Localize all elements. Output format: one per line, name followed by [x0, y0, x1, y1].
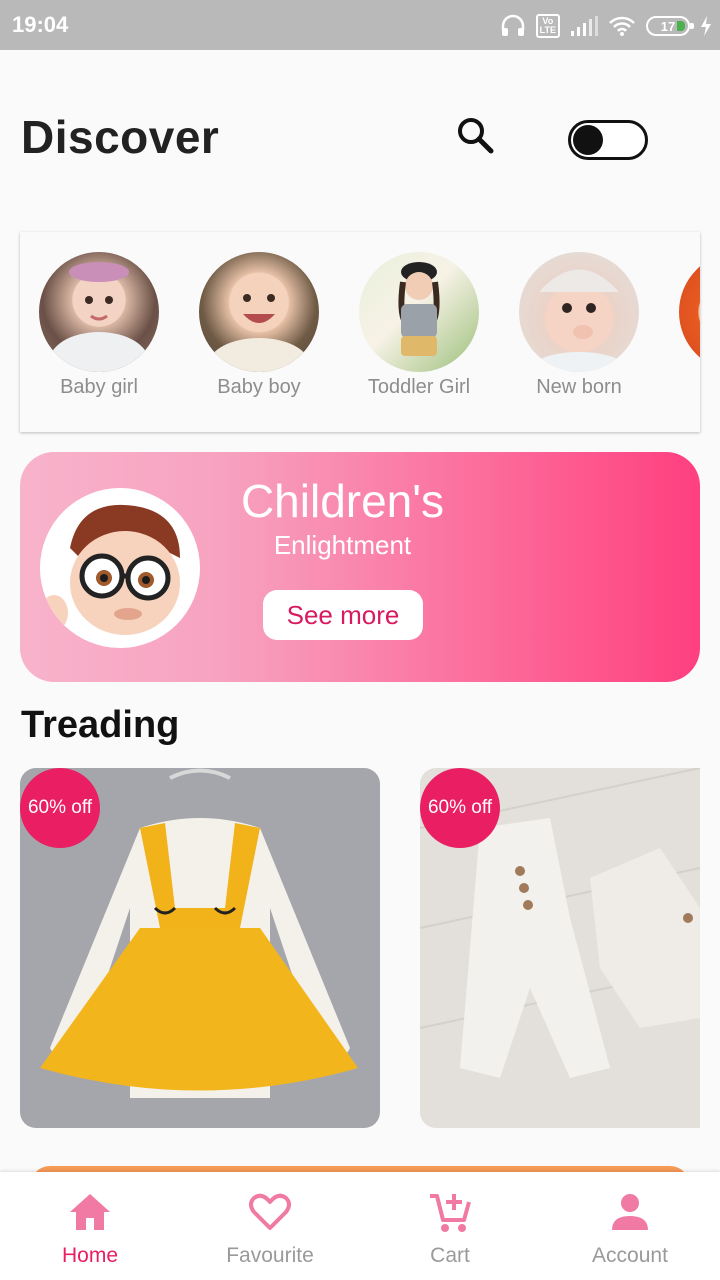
see-more-button[interactable]: See more	[263, 590, 423, 640]
discount-badge: 60% off	[20, 768, 100, 848]
nav-home[interactable]: Home	[0, 1172, 180, 1280]
bottom-navigation: Home Favourite Cart Account	[0, 1172, 720, 1280]
nav-cart[interactable]: Cart	[360, 1172, 540, 1280]
wifi-icon	[608, 15, 636, 37]
trending-title: Treading	[21, 704, 180, 746]
nav-label: Cart	[430, 1244, 470, 1267]
nav-label: Favourite	[226, 1244, 314, 1267]
banner-subtitle: Enlightment	[273, 530, 412, 560]
battery-icon: 17	[646, 16, 694, 36]
headphones-icon	[500, 14, 526, 38]
status-time: 19:04	[12, 12, 69, 37]
cart-add-icon	[430, 1194, 471, 1232]
category-label: New born	[536, 376, 622, 398]
home-icon	[70, 1194, 110, 1230]
battery-level: 17	[660, 18, 676, 34]
category-partial[interactable]: Te	[669, 252, 700, 399]
status-bar: 19:04 Vo LTE 17	[0, 0, 720, 50]
partial-category-photo	[679, 252, 700, 372]
nav-account[interactable]: Account	[540, 1172, 720, 1280]
banner-cartoon-image	[40, 488, 200, 648]
category-label: Toddler Girl	[367, 376, 471, 398]
search-button[interactable]	[454, 114, 496, 156]
account-icon	[612, 1194, 648, 1230]
nav-favourite[interactable]: Favourite	[180, 1172, 360, 1280]
category-label: Baby girl	[60, 376, 138, 398]
status-icons: Vo LTE 17	[500, 12, 712, 40]
baby-girl-photo	[39, 252, 159, 372]
product-card-white-romper[interactable]: 60% off	[420, 768, 700, 1128]
nav-label: Account	[592, 1244, 668, 1267]
volte-icon: Vo LTE	[535, 14, 560, 38]
category-list[interactable]: Baby girl Baby boy Toddler Girl New born…	[20, 232, 700, 432]
product-card-yellow-dress[interactable]: 60% off	[20, 768, 380, 1128]
charging-icon	[700, 15, 712, 37]
page-title: Discover	[21, 111, 220, 163]
toggle-knob	[573, 125, 603, 155]
toddler-girl-photo	[359, 252, 479, 372]
promo-banner[interactable]: Children's Enlightment See more	[20, 452, 700, 682]
nav-label: Home	[61, 1244, 119, 1267]
banner-title: Children's	[240, 475, 445, 527]
category-new-born[interactable]: New born	[509, 252, 649, 399]
baby-boy-photo	[199, 252, 319, 372]
discount-badge: 60% off	[420, 768, 500, 848]
heart-icon	[249, 1193, 291, 1230]
signal-icon	[570, 15, 598, 37]
category-label: Baby boy	[217, 376, 301, 398]
category-baby-girl[interactable]: Baby girl	[29, 252, 169, 399]
new-born-photo	[519, 252, 639, 372]
category-toddler-girl[interactable]: Toddler Girl	[349, 252, 489, 399]
category-baby-boy[interactable]: Baby boy	[189, 252, 329, 399]
category-label: Te	[669, 376, 700, 399]
search-icon	[458, 118, 494, 154]
dark-mode-toggle[interactable]	[568, 120, 648, 160]
